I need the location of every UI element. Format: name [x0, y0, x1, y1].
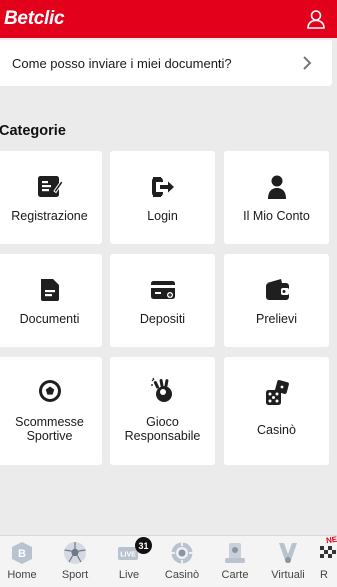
document-icon — [36, 276, 64, 304]
cards-icon — [222, 540, 248, 566]
tile-label: Gioco Responsabile — [124, 415, 201, 443]
dice-icon — [263, 379, 291, 407]
bottom-navigation: B Home Sport LIVE 31 Live Casinò Carte V… — [0, 534, 337, 587]
wallet-icon — [263, 276, 291, 304]
faq-question: Come posso inviare i miei documenti? — [12, 55, 232, 71]
tile-il-mio-conto[interactable]: Il Mio Conto — [224, 151, 329, 244]
tile-documenti[interactable]: Documenti — [0, 254, 102, 347]
tile-label: Scommesse Sportive — [15, 415, 84, 443]
nav-live[interactable]: LIVE 31 Live — [104, 536, 154, 587]
nav-home[interactable]: B Home — [0, 536, 47, 587]
tile-depositi[interactable]: Depositi — [110, 254, 215, 347]
tile-login[interactable]: Login — [110, 151, 215, 244]
registration-icon — [36, 173, 64, 201]
tile-registrazione[interactable]: Registrazione — [0, 151, 102, 244]
nav-sport[interactable]: Sport — [50, 536, 100, 587]
chevron-right-icon — [302, 55, 312, 71]
svg-text:B: B — [18, 548, 26, 560]
tile-gioco-responsabile[interactable]: Gioco Responsabile — [110, 357, 215, 465]
section-title: Categorie — [0, 123, 66, 139]
racing-flag-icon — [318, 544, 337, 570]
tile-label: Prelievi — [256, 312, 297, 326]
tile-label: Documenti — [19, 312, 80, 326]
tile-label: Casinò — [257, 423, 296, 437]
football-icon — [36, 377, 64, 405]
svg-text:LIVE: LIVE — [120, 552, 136, 559]
app-header: Betclic — [0, 0, 337, 38]
tile-label: Registrazione — [11, 209, 88, 223]
soccer-ball-icon — [62, 540, 88, 566]
nav-partial-r[interactable]: NEW R — [318, 534, 337, 587]
nav-carte[interactable]: Carte — [210, 536, 260, 587]
tile-label: Depositi — [139, 312, 186, 326]
tile-casino[interactable]: Casinò — [224, 357, 329, 465]
ok-hand-icon — [149, 377, 177, 405]
tile-prelievi[interactable]: Prelievi — [224, 254, 329, 347]
chip-icon — [169, 540, 195, 566]
betclic-home-icon: B — [9, 540, 35, 566]
virtual-icon — [275, 540, 301, 566]
tile-label: Login — [147, 209, 178, 223]
nav-virtuali[interactable]: Virtuali — [263, 536, 313, 587]
account-icon — [263, 173, 291, 201]
user-icon[interactable] — [305, 8, 327, 30]
faq-link-documents[interactable]: Come posso inviare i miei documenti? — [0, 40, 332, 86]
betclic-logo[interactable]: Betclic — [4, 8, 65, 30]
deposit-card-icon — [149, 276, 177, 304]
login-icon — [149, 173, 177, 201]
tile-scommesse-sportive[interactable]: Scommesse Sportive — [0, 357, 102, 465]
nav-casino[interactable]: Casinò — [157, 536, 207, 587]
live-count-badge: 31 — [135, 537, 152, 554]
tile-label: Il Mio Conto — [243, 209, 310, 223]
